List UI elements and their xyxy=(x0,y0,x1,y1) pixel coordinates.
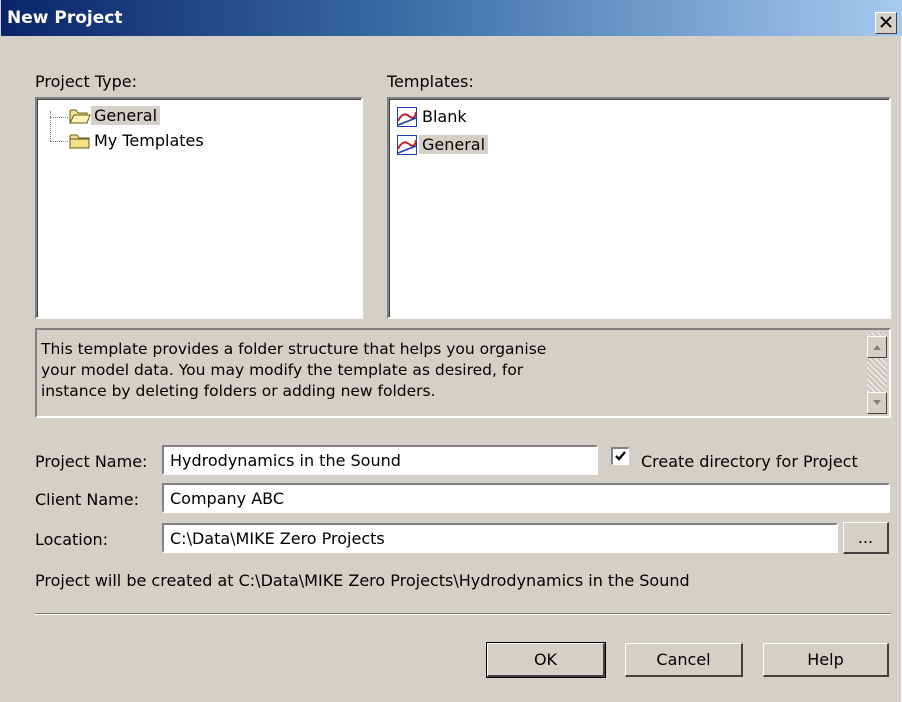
client-name-input[interactable]: Company ABC xyxy=(162,483,890,513)
template-description: This template provides a folder structur… xyxy=(35,328,891,418)
scroll-down-button[interactable] xyxy=(867,392,887,414)
tree-item-my-templates[interactable]: My Templates xyxy=(45,130,345,154)
project-type-label: Project Type: xyxy=(35,72,137,91)
ok-button[interactable]: OK xyxy=(486,642,606,678)
project-path-status: Project will be created at C:\Data\MIKE … xyxy=(35,571,690,590)
location-label: Location: xyxy=(35,530,109,549)
template-item-general[interactable]: General xyxy=(395,133,695,157)
client-name-label: Client Name: xyxy=(35,490,139,509)
project-type-tree[interactable]: General My Templates xyxy=(35,97,363,319)
title-bar[interactable]: New Project xyxy=(1,0,902,36)
close-button[interactable] xyxy=(875,12,897,34)
tree-item-general[interactable]: General xyxy=(45,105,345,129)
separator xyxy=(35,613,891,615)
template-item-label: Blank xyxy=(422,107,467,126)
new-project-dialog: New Project Project Type: General My Tem… xyxy=(0,0,902,702)
create-directory-label[interactable]: Create directory for Project xyxy=(641,452,858,471)
description-scrollbar[interactable] xyxy=(867,332,887,414)
description-text: This template provides a folder structur… xyxy=(41,340,547,400)
template-item-label: General xyxy=(419,135,489,154)
checkmark-icon xyxy=(615,451,626,461)
scroll-up-arrow-icon xyxy=(873,345,881,350)
dialog-title: New Project xyxy=(7,8,123,28)
template-icon xyxy=(397,107,417,127)
tree-item-label: General xyxy=(91,106,161,125)
create-directory-checkbox[interactable] xyxy=(611,447,629,465)
cancel-button[interactable]: Cancel xyxy=(625,643,743,677)
templates-list[interactable]: Blank General xyxy=(387,97,891,319)
project-name-input[interactable]: Hydrodynamics in the Sound xyxy=(162,445,598,475)
close-icon xyxy=(880,16,892,28)
project-name-label: Project Name: xyxy=(35,452,148,471)
browse-button[interactable]: ... xyxy=(843,522,889,554)
templates-label: Templates: xyxy=(387,72,474,91)
help-button[interactable]: Help xyxy=(763,643,889,677)
template-icon xyxy=(397,135,417,155)
scroll-up-button[interactable] xyxy=(867,336,887,358)
tree-item-label: My Templates xyxy=(94,131,204,150)
scroll-down-arrow-icon xyxy=(873,400,881,405)
folder-open-icon xyxy=(69,109,91,124)
folder-icon xyxy=(69,134,90,149)
template-item-blank[interactable]: Blank xyxy=(395,105,695,129)
location-input[interactable]: C:\Data\MIKE Zero Projects xyxy=(162,523,838,553)
